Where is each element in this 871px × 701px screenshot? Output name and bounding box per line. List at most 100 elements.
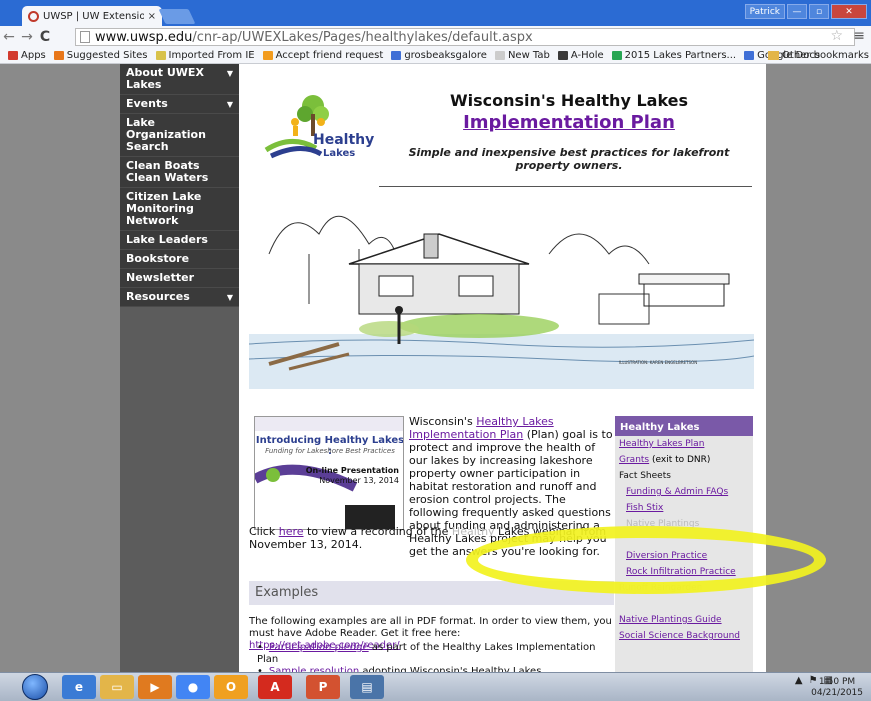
sidenav-item[interactable]: Lake Leaders	[120, 231, 239, 250]
bookmark-favicon-icon	[155, 51, 166, 60]
url-path: /cnr-ap/UWEXLakes/Pages/healthylakes/def…	[192, 29, 533, 45]
implementation-plan-link[interactable]: Implementation Plan	[409, 112, 729, 133]
other-bookmarks-button[interactable]: Other bookmarks	[768, 50, 869, 61]
page-title: Wisconsin's Healthy Lakes	[449, 91, 689, 110]
webinar-here-link[interactable]: here	[279, 525, 304, 538]
sidebar-item[interactable]: Grants (exit to DNR)	[615, 452, 753, 468]
click-mid: to view a recording of the	[303, 525, 452, 538]
bookmark-item[interactable]: Accept friend request	[262, 50, 384, 61]
sidebar-item[interactable]: Healthy Lakes Plan	[615, 436, 753, 452]
tray-expand-icon[interactable]: ▲	[795, 675, 803, 686]
tab-title: UWSP | UW Extension Lak	[43, 10, 144, 22]
clock-time: 1:50 PM	[818, 677, 856, 687]
sidebar-item[interactable]: Funding & Admin FAQs	[615, 484, 753, 500]
bookmark-item[interactable]: New Tab	[494, 50, 550, 61]
sidebar-link[interactable]: Fish Stix	[626, 503, 663, 513]
logo-lakes-text: Lakes	[323, 148, 356, 159]
other-bookmarks-label: Other bookmarks	[782, 50, 869, 61]
tab-close-icon[interactable]: ×	[148, 11, 156, 22]
sidenav-item[interactable]: Bookstore	[120, 250, 239, 269]
ie-icon[interactable]: e	[62, 675, 96, 699]
sidenav-label: Resources	[126, 290, 190, 303]
bookmark-favicon-icon	[391, 51, 402, 60]
sidenav-item[interactable]: Clean Boats Clean Waters	[120, 157, 239, 188]
window-controls: Patrick — ▫ ✕	[744, 4, 867, 19]
bookmark-label: A-Hole	[570, 50, 604, 61]
address-bar-row: ← → C www.uwsp.edu/cnr-ap/UWEXLakes/Page…	[0, 26, 871, 48]
clock[interactable]: 1:50 PM 04/21/2015	[811, 677, 863, 699]
bookmark-favicon-icon	[262, 51, 273, 60]
lakeshore-illustration: ILLUSTRATION: KAREN ENGELBRETSON	[249, 215, 754, 389]
sidebar-link[interactable]: Grants	[619, 455, 649, 465]
bookmark-label: Apps	[21, 50, 46, 61]
browser-title-bar: UWSP | UW Extension Lak × Patrick — ▫ ✕	[0, 0, 871, 26]
bookmark-star-icon[interactable]: ☆	[830, 28, 843, 44]
minimize-icon[interactable]: —	[787, 4, 807, 19]
windows-taskbar: e ▭ ▶ ● O A P ▤ ▲ ⚑ ▦ 1:50 PM 04/21/2015	[0, 672, 871, 701]
caret-down-icon: ▼	[226, 100, 233, 109]
bookmark-item[interactable]: grosbeaksgalore	[391, 50, 487, 61]
click-pre: Click	[249, 525, 279, 538]
promo-subtitle: Funding for Lakeshore Best Practices	[265, 447, 395, 455]
new-tab-button[interactable]	[158, 9, 196, 24]
apps-grid-icon	[8, 51, 18, 60]
explorer-folder-icon[interactable]: ▭	[100, 675, 134, 699]
browser-tab[interactable]: UWSP | UW Extension Lak ×	[22, 6, 162, 26]
page-icon	[80, 31, 90, 43]
sidebar-link[interactable]: Social Science Background	[619, 631, 740, 641]
back-icon[interactable]: ←	[0, 29, 18, 45]
bookmark-label: Imported From IE	[168, 50, 255, 61]
bookmark-item[interactable]: Imported From IE	[155, 50, 255, 61]
menu-icon[interactable]: ≡	[853, 28, 865, 44]
desktop-icon[interactable]: ▤	[350, 675, 384, 699]
bookmark-item[interactable]: 2015 Lakes Partners...	[611, 50, 736, 61]
example-link[interactable]: Participation pledge	[269, 642, 369, 653]
bookmark-label: New Tab	[507, 50, 550, 61]
sidenav-item[interactable]: Resources ▼	[120, 288, 239, 307]
sidenav-item[interactable]: About UWEX Lakes ▼	[120, 64, 239, 95]
sidenav-item[interactable]: Lake Organization Search	[120, 114, 239, 157]
folder-icon	[768, 51, 780, 60]
sidenav-label: Lake Leaders	[126, 233, 208, 246]
sidenav-item[interactable]: Citizen Lake Monitoring Network	[120, 188, 239, 231]
powerpoint-icon[interactable]: P	[306, 675, 340, 699]
start-button[interactable]	[22, 674, 48, 700]
webinar-promo-image[interactable]: Introducing Healthy Lakes : Funding for …	[254, 416, 404, 530]
bookmark-favicon-icon	[557, 51, 568, 60]
sidebar-item	[615, 596, 753, 612]
chrome-icon[interactable]: ●	[176, 675, 210, 699]
sidebar-item[interactable]: Native Plantings Guide	[615, 612, 753, 628]
logo-healthy-text: Healthy	[313, 132, 375, 148]
bookmark-item[interactable]: Apps	[8, 50, 46, 61]
illustration-credit: ILLUSTRATION: KAREN ENGELBRETSON	[619, 360, 697, 365]
bookmark-label: Accept friend request	[275, 50, 384, 61]
bookmark-item[interactable]: Suggested Sites	[53, 50, 148, 61]
media-player-icon[interactable]: ▶	[138, 675, 172, 699]
forward-icon[interactable]: →	[18, 29, 36, 45]
examples-list: Participation pledge as part of the Heal…	[257, 642, 617, 672]
side-navigation: About UWEX Lakes ▼ Events ▼ Lake Organizatio…	[120, 64, 239, 672]
outlook-icon[interactable]: O	[214, 675, 248, 699]
bookmark-item[interactable]: A-Hole	[557, 50, 604, 61]
sidebar-heading: Healthy Lakes	[615, 416, 753, 436]
sidebar-item[interactable]: Social Science Background	[615, 628, 753, 644]
close-window-icon[interactable]: ✕	[831, 4, 867, 19]
sidebar-link[interactable]: Native Plantings Guide	[619, 615, 722, 625]
promo-date: November 13, 2014	[319, 476, 399, 485]
sidenav-item[interactable]: Events ▼	[120, 95, 239, 114]
page-viewport: About UWEX Lakes ▼ Events ▼ Lake Organizatio…	[0, 64, 871, 672]
maximize-icon[interactable]: ▫	[809, 4, 829, 19]
user-profile-button[interactable]: Patrick	[744, 4, 785, 19]
promo-online: On-line Presentation	[305, 466, 399, 475]
uwsp-favicon-icon	[28, 10, 39, 22]
sidebar-suffix: (exit to DNR)	[649, 455, 711, 465]
examples-intro: The following examples are all in PDF fo…	[249, 616, 612, 639]
sidenav-item[interactable]: Newsletter	[120, 269, 239, 288]
url-input[interactable]: www.uwsp.edu/cnr-ap/UWEXLakes/Pages/heal…	[75, 28, 855, 46]
reload-icon[interactable]: C	[36, 29, 54, 45]
acrobat-icon[interactable]: A	[258, 675, 292, 699]
caret-down-icon: ▼	[226, 69, 233, 78]
sidebar-link[interactable]: Healthy Lakes Plan	[619, 439, 704, 449]
sidebar-item[interactable]: Fish Stix	[615, 500, 753, 516]
sidebar-link[interactable]: Funding & Admin FAQs	[626, 487, 728, 497]
